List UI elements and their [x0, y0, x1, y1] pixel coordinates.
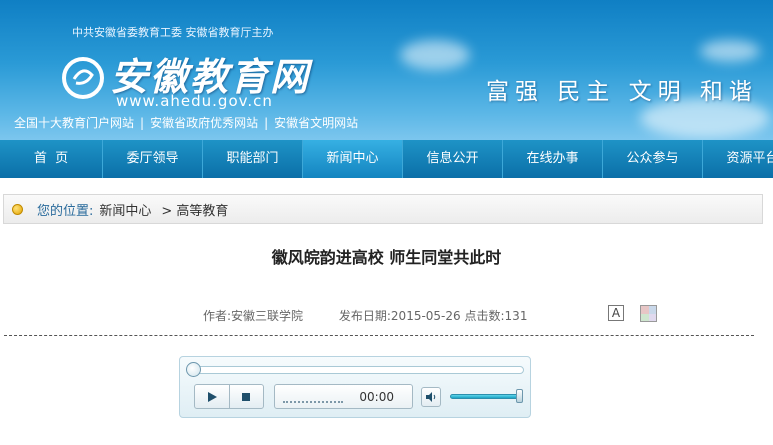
media-player: 00:00 — [179, 356, 531, 418]
divider: | — [264, 116, 269, 130]
divider — [4, 335, 754, 336]
nav-item-online-services[interactable]: 在线办事 — [503, 140, 603, 178]
honor-item: 安徽省文明网站 — [274, 116, 359, 130]
slogan: 富强 民主 文明 和谐 — [486, 79, 758, 105]
nav-item-news-center[interactable]: 新闻中心 — [303, 140, 403, 178]
time-display: 00:00 — [274, 384, 413, 409]
cloud-decoration — [700, 40, 760, 62]
bullet-icon — [12, 203, 23, 215]
stop-button[interactable] — [228, 385, 264, 408]
seek-handle[interactable] — [186, 362, 201, 377]
volume-slider[interactable] — [450, 394, 520, 399]
playback-controls — [194, 384, 264, 409]
nav-item-home[interactable]: 首 页 — [0, 140, 103, 178]
nav-item-resources[interactable]: 资源平台 — [703, 140, 773, 178]
font-size-button[interactable]: A — [608, 305, 624, 321]
breadcrumb: 您的位置: 新闻中心 > 高等教育 — [3, 194, 763, 224]
volume-icon — [426, 392, 436, 402]
play-icon — [207, 391, 217, 402]
sponsor-line: 中共安徽省委教育工委 安徽省教育厅主办 — [72, 26, 274, 39]
honors-list: 全国十大教育门户网站 | 安徽省政府优秀网站 | 安徽省文明网站 — [14, 114, 358, 131]
publish-date: 发布日期:2015-05-26 — [338, 309, 461, 323]
play-button[interactable] — [195, 385, 229, 408]
seek-bar[interactable] — [190, 366, 524, 374]
honor-item: 全国十大教育门户网站 — [14, 116, 135, 130]
buffer-indicator — [283, 401, 343, 403]
click-count: 点击数:131 — [464, 309, 528, 323]
site-url: www.ahedu.gov.cn — [116, 92, 273, 110]
nav-item-public-participation[interactable]: 公众参与 — [603, 140, 703, 178]
breadcrumb-label: 您的位置: — [37, 203, 94, 219]
breadcrumb-link-higher-education[interactable]: > 高等教育 — [161, 200, 228, 219]
mute-button[interactable] — [421, 387, 441, 407]
article-author: 作者:安徽三联学院 — [203, 309, 304, 323]
breadcrumb-link-news-center[interactable]: 新闻中心 — [99, 200, 151, 219]
cloud-decoration — [400, 40, 470, 70]
article-meta: 作者:安徽三联学院 发布日期:2015-05-26 点击数:131 — [203, 307, 527, 324]
main-nav: 首 页 委厅领导 职能部门 新闻中心 信息公开 在线办事 公众参与 资源平台 — [0, 140, 773, 178]
nav-item-departments[interactable]: 职能部门 — [203, 140, 303, 178]
site-logo-icon[interactable] — [60, 55, 106, 101]
nav-item-leaders[interactable]: 委厅领导 — [103, 140, 203, 178]
honor-item: 安徽省政府优秀网站 — [150, 116, 259, 130]
article-title: 徽风皖韵进高校 师生同堂共此时 — [271, 248, 502, 267]
site-banner: 中共安徽省委教育工委 安徽省教育厅主办 安徽教育网 www.ahedu.gov.… — [0, 0, 773, 140]
divider: | — [140, 116, 145, 130]
color-scheme-icon[interactable] — [640, 305, 657, 322]
volume-handle[interactable] — [516, 389, 523, 403]
current-time: 00:00 — [359, 390, 394, 404]
stop-icon — [242, 392, 251, 401]
nav-item-info-disclosure[interactable]: 信息公开 — [403, 140, 503, 178]
